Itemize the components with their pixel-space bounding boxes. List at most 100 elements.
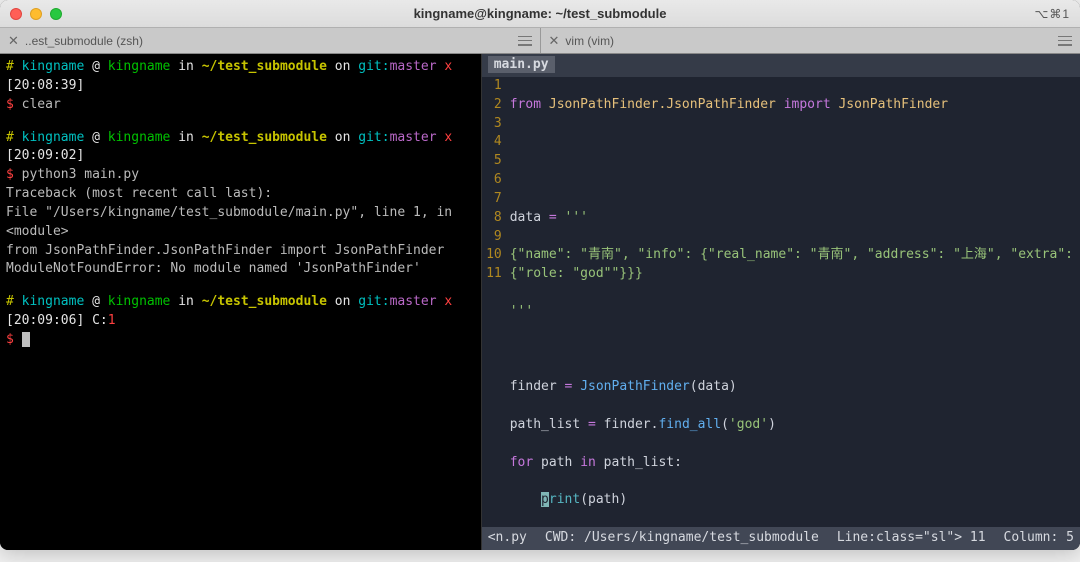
prompt-in: in xyxy=(178,294,194,309)
terminal-window: kingname@kingname: ~/test_submodule ⌥⌘1 … xyxy=(0,0,1080,550)
prompt-in: in xyxy=(178,130,194,145)
line-number: 2 xyxy=(482,96,502,115)
operator: = xyxy=(588,417,596,432)
prompt-in: in xyxy=(178,59,194,74)
traceback-line: from JsonPathFinder.JsonPathFinder impor… xyxy=(6,242,475,261)
code-line: ''' xyxy=(510,303,1080,322)
identifier: path_list xyxy=(510,417,580,432)
exit-code: 1 xyxy=(108,313,116,328)
close-tab-icon[interactable]: ✕ xyxy=(549,33,560,49)
line-number: 9 xyxy=(482,228,502,247)
terminal-line: # kingname @ kingname in ~/test_submodul… xyxy=(6,129,475,167)
builtin-print: rint xyxy=(549,492,580,507)
prompt-user: kingname xyxy=(22,294,85,309)
tab-menu-icon[interactable] xyxy=(1058,36,1072,46)
code-area[interactable]: from JsonPathFinder.JsonPathFinder impor… xyxy=(510,77,1080,527)
tab-right[interactable]: ✕ vim (vim) xyxy=(541,28,1080,53)
status-cwd: /Users/kingname/test_submodule xyxy=(584,530,819,545)
code-line: print(path) xyxy=(510,491,1080,510)
line-number-gutter: 1 2 3 4 5 6 7 8 9 10 11 xyxy=(482,77,510,527)
prompt-path: ~/test_submodule xyxy=(202,294,327,309)
prompt-git: git: xyxy=(358,59,389,74)
pane-tabs: ✕ ..est_submodule (zsh) ✕ vim (vim) xyxy=(0,28,1080,54)
prompt-path: ~/test_submodule xyxy=(202,59,327,74)
line-number: 11 xyxy=(482,265,502,284)
keyword-in: in xyxy=(580,455,596,470)
vim-body: 1 2 3 4 5 6 7 8 9 10 11 from JsonPathFin… xyxy=(482,77,1080,527)
traceback-line: File "/Users/kingname/test_submodule/mai… xyxy=(6,204,475,242)
titlebar: kingname@kingname: ~/test_submodule ⌥⌘1 xyxy=(0,0,1080,28)
identifier: finder xyxy=(510,379,557,394)
close-tab-icon[interactable]: ✕ xyxy=(8,33,19,49)
prompt-hash: # xyxy=(6,130,14,145)
line-number: 10 xyxy=(482,246,502,265)
prompt-at: @ xyxy=(92,59,100,74)
vim-pane[interactable]: main.py 1 2 3 4 5 6 7 8 9 10 11 from Jso… xyxy=(482,54,1080,550)
operator: = xyxy=(565,379,573,394)
shortcut-indicator: ⌥⌘1 xyxy=(1034,7,1070,21)
prompt-git: git: xyxy=(358,294,389,309)
line-number: 8 xyxy=(482,209,502,228)
terminal-line: $ xyxy=(6,331,475,350)
prompt-dirty: x xyxy=(444,294,452,309)
tab-left-label: ..est_submodule (zsh) xyxy=(25,34,143,48)
prompt-dollar: $ xyxy=(6,332,14,347)
terminal-command: clear xyxy=(22,97,61,112)
terminal-pane[interactable]: # kingname @ kingname in ~/test_submodul… xyxy=(0,54,482,550)
status-col-label: Column: xyxy=(1004,530,1059,545)
vim-cursor: p xyxy=(541,492,549,507)
prompt-branch: master xyxy=(390,294,437,309)
keyword-from: from xyxy=(510,97,541,112)
prompt-git: git: xyxy=(358,130,389,145)
close-window-icon[interactable] xyxy=(10,8,22,20)
split-panes: # kingname @ kingname in ~/test_submodul… xyxy=(0,54,1080,550)
prompt-time: 20:09:02 xyxy=(14,148,77,163)
status-cwd-label: CWD: xyxy=(545,530,576,545)
vim-tabline: main.py xyxy=(482,54,1080,77)
code-line xyxy=(510,133,1080,152)
maximize-window-icon[interactable] xyxy=(50,8,62,20)
vim-status-line: <n.py CWD: /Users/kingname/test_submodul… xyxy=(482,527,1080,550)
prompt-branch: master xyxy=(390,130,437,145)
module-name: JsonPathFinder.JsonPathFinder xyxy=(549,97,776,112)
code-line xyxy=(510,341,1080,360)
prompt-host: kingname xyxy=(108,294,171,309)
line-number: 6 xyxy=(482,171,502,190)
prompt-dollar: $ xyxy=(6,97,14,112)
tab-menu-icon[interactable] xyxy=(518,36,532,46)
identifier: path xyxy=(541,455,572,470)
terminal-line: $ python3 main.py xyxy=(6,166,475,185)
terminal-line: # kingname @ kingname in ~/test_submodul… xyxy=(6,293,475,331)
exit-label: C: xyxy=(92,313,108,328)
string-literal: ''' xyxy=(510,304,533,319)
code-line: {"name": "青南", "info": {"real_name": "青南… xyxy=(510,246,1080,284)
prompt-at: @ xyxy=(92,294,100,309)
string-literal: ''' xyxy=(565,210,588,225)
status-file: <n.py xyxy=(488,529,527,548)
prompt-dirty: x xyxy=(444,130,452,145)
status-line-value: 11 xyxy=(970,530,986,545)
vim-tab[interactable]: main.py xyxy=(488,56,555,73)
prompt-on: on xyxy=(335,130,351,145)
traceback-line: Traceback (most recent call last): xyxy=(6,185,475,204)
line-number: 5 xyxy=(482,152,502,171)
terminal-line: $ clear xyxy=(6,96,475,115)
identifier: data xyxy=(510,210,541,225)
prompt-time: 20:09:06 xyxy=(14,313,77,328)
tab-right-label: vim (vim) xyxy=(565,34,614,48)
prompt-at: @ xyxy=(92,130,100,145)
line-number: 7 xyxy=(482,190,502,209)
string-literal: {"name": "青南", "info": {"real_name": "青南… xyxy=(510,247,1080,281)
argument: data xyxy=(698,379,729,394)
argument: path xyxy=(588,492,619,507)
status-line-label: Line: xyxy=(837,530,876,545)
prompt-host: kingname xyxy=(108,59,171,74)
prompt-hash: # xyxy=(6,294,14,309)
object: finder xyxy=(604,417,651,432)
minimize-window-icon[interactable] xyxy=(30,8,42,20)
terminal-command: python3 main.py xyxy=(22,167,139,182)
tab-left[interactable]: ✕ ..est_submodule (zsh) xyxy=(0,28,541,53)
class-call: JsonPathFinder xyxy=(580,379,690,394)
traceback-line: ModuleNotFoundError: No module named 'Js… xyxy=(6,260,475,279)
indent xyxy=(510,492,541,507)
